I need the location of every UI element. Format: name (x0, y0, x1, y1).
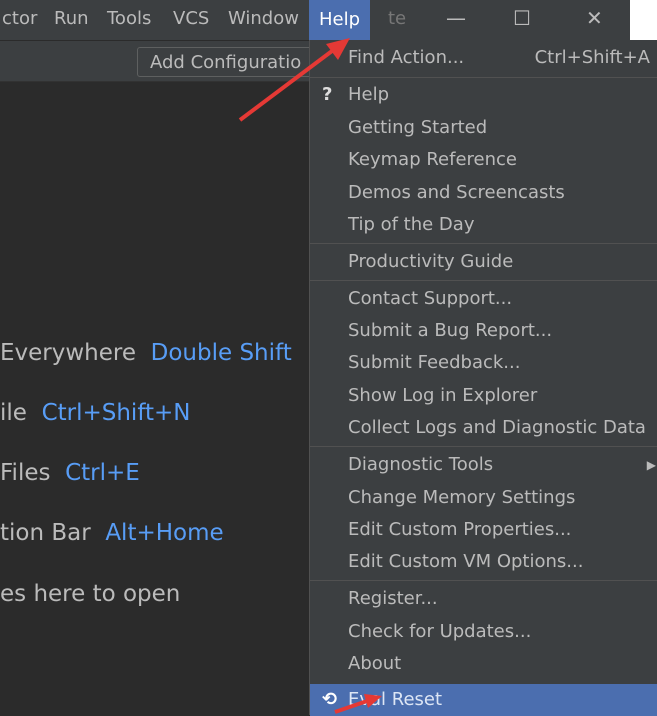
menu-item-keymap-reference[interactable]: Keymap Reference (310, 144, 657, 176)
menu-item-help[interactable]: ? Help (310, 79, 657, 111)
menu-separator (310, 280, 657, 281)
menu-item-show-log[interactable]: Show Log in Explorer (310, 380, 657, 412)
menu-separator (310, 243, 657, 244)
menu-item-demos[interactable]: Demos and Screencasts (310, 177, 657, 209)
menu-run[interactable]: Run (54, 8, 89, 29)
hint-search-everywhere: Everywhere Double Shift (0, 340, 292, 366)
menu-item-about[interactable]: About (310, 648, 657, 680)
menu-refactor[interactable]: ctor (2, 8, 37, 29)
question-icon: ? (322, 84, 333, 105)
reset-icon: ⟲ (322, 689, 338, 710)
add-configuration-button[interactable]: Add Configuratio (137, 47, 317, 77)
menu-item-collect-logs[interactable]: Collect Logs and Diagnostic Data (310, 412, 657, 444)
menu-vcs[interactable]: VCS (173, 8, 209, 29)
menu-item-find-action[interactable]: Find Action... Ctrl+Shift+A (310, 42, 657, 74)
hint-recent-files: Files Ctrl+E (0, 460, 140, 486)
menu-bar: ctor Run Tools VCS Window Help te — ☐ ✕ (0, 0, 657, 41)
maximize-icon[interactable]: ☐ (513, 6, 531, 30)
hint-drop-files: es here to open (0, 581, 181, 607)
hint-go-to-file: ile Ctrl+Shift+N (0, 400, 191, 426)
menu-tools[interactable]: Tools (107, 8, 151, 29)
menu-separator (310, 446, 657, 447)
menu-item-change-memory[interactable]: Change Memory Settings (310, 482, 657, 514)
hint-navigation-bar: tion Bar Alt+Home (0, 520, 224, 546)
menu-item-edit-vm-options[interactable]: Edit Custom VM Options... (310, 546, 657, 578)
menu-separator (310, 580, 657, 581)
menu-item-submit-feedback[interactable]: Submit Feedback... (310, 347, 657, 379)
menu-item-getting-started[interactable]: Getting Started (310, 112, 657, 144)
menu-item-eval-reset[interactable]: ⟲ Eval Reset (310, 684, 657, 716)
menu-item-edit-properties[interactable]: Edit Custom Properties... (310, 514, 657, 546)
menu-item-submit-bug[interactable]: Submit a Bug Report... (310, 315, 657, 347)
window-edge (630, 0, 657, 40)
project-title: te (388, 8, 407, 29)
menu-help[interactable]: Help (309, 0, 371, 40)
menu-item-register[interactable]: Register... (310, 583, 657, 615)
menu-item-diagnostic-tools[interactable]: Diagnostic Tools ▶ (310, 449, 657, 481)
menu-item-check-updates[interactable]: Check for Updates... (310, 616, 657, 648)
menu-separator (310, 77, 657, 78)
menu-item-productivity-guide[interactable]: Productivity Guide (310, 246, 657, 278)
menu-item-contact-support[interactable]: Contact Support... (310, 283, 657, 315)
help-menu-dropdown: Find Action... Ctrl+Shift+A ? Help Getti… (309, 40, 657, 716)
menu-window[interactable]: Window (228, 8, 299, 29)
submenu-arrow-icon: ▶ (646, 458, 656, 472)
minimize-icon[interactable]: — (446, 6, 466, 30)
close-icon[interactable]: ✕ (586, 6, 603, 30)
menu-item-tip-of-day[interactable]: Tip of the Day (310, 209, 657, 241)
